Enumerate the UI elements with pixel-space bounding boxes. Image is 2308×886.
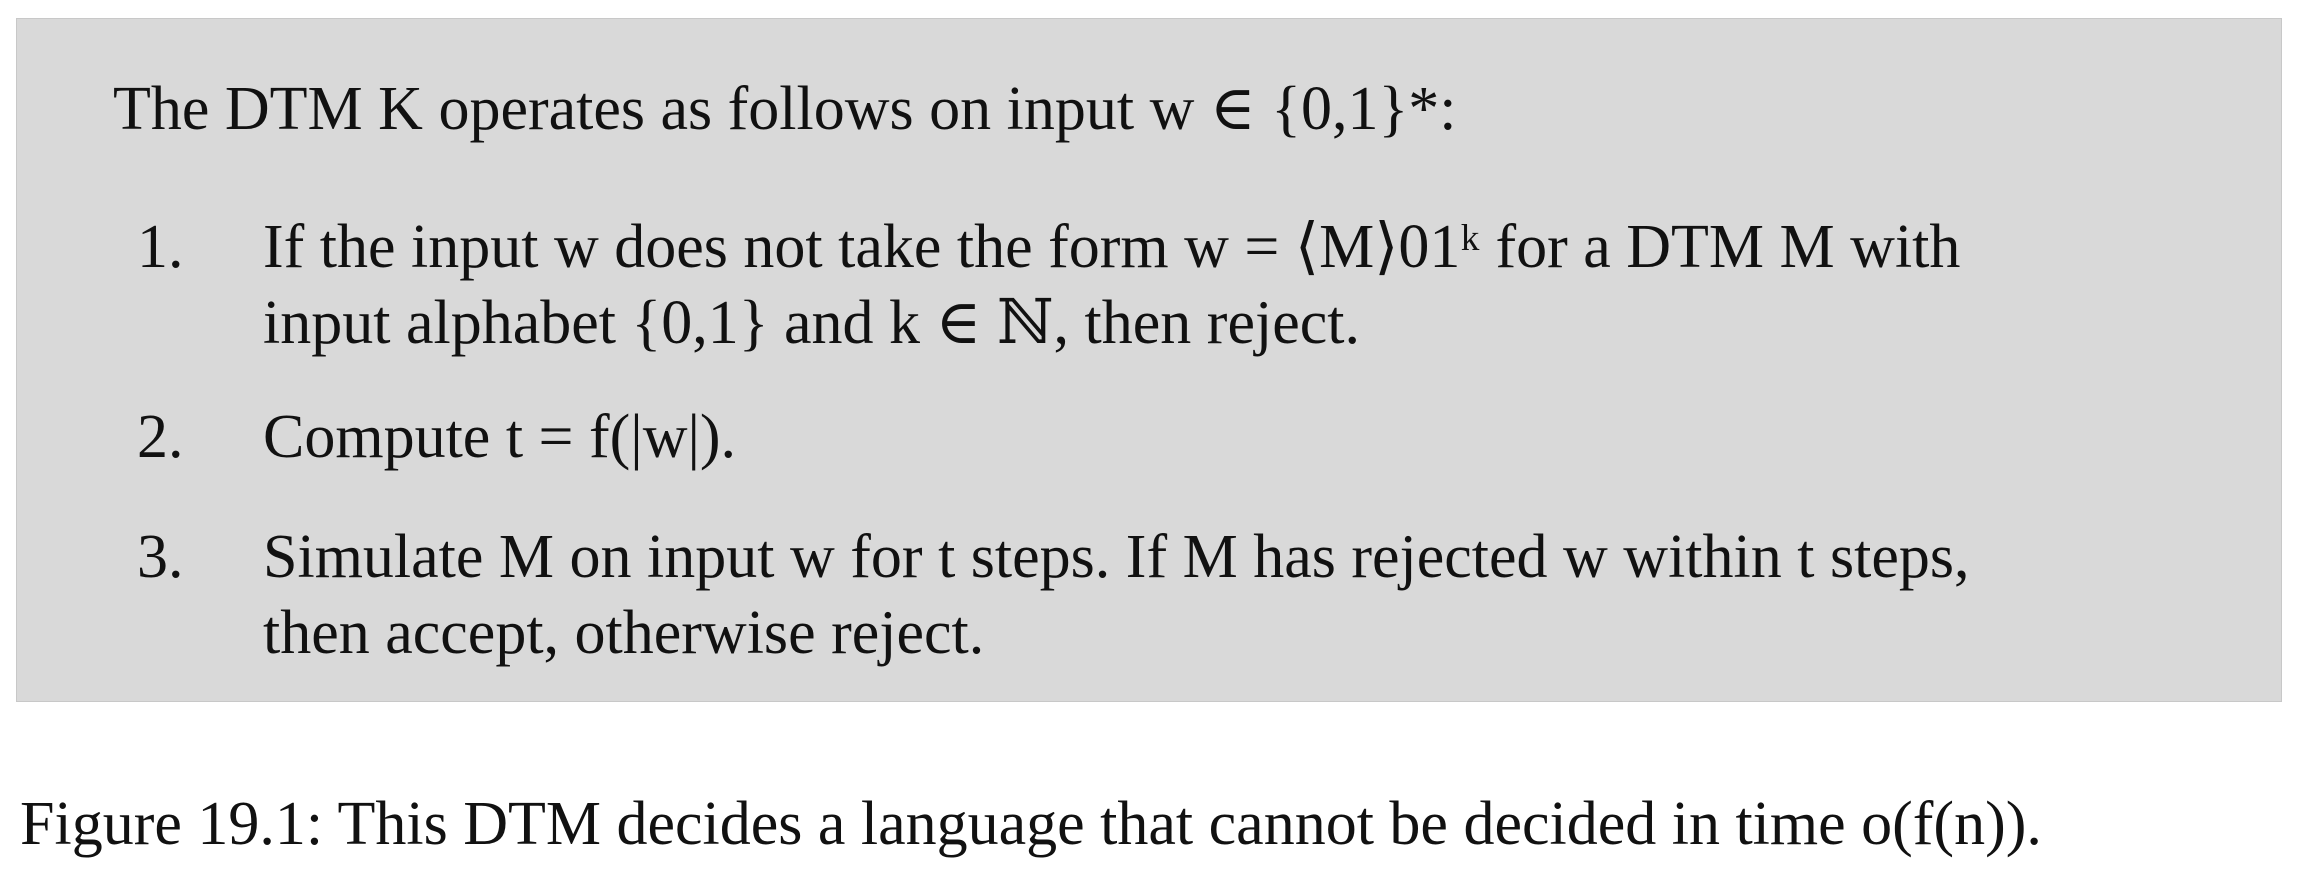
step-number: 2.	[137, 403, 184, 471]
step-text: If the input w does not take the form w …	[263, 209, 2253, 361]
algorithm-box: The DTM K operates as follows on input w…	[16, 18, 2282, 702]
step-line: Simulate M on input w for t steps. If M …	[263, 523, 1970, 591]
step-number: 1.	[137, 213, 184, 281]
algorithm-intro: The DTM K operates as follows on input w…	[113, 75, 1457, 143]
figure-page: The DTM K operates as follows on input w…	[0, 0, 2308, 886]
step-line: input alphabet {0,1} and k ∈ ℕ, then rej…	[263, 289, 1360, 357]
step-text: Simulate M on input w for t steps. If M …	[263, 519, 2253, 671]
step-text: Compute t = f(|w|).	[263, 399, 2253, 475]
step-line: If the input w does not take the form w …	[263, 213, 1961, 281]
step-line: Compute t = f(|w|).	[263, 403, 737, 471]
figure-caption: Figure 19.1: This DTM decides a language…	[20, 790, 2042, 858]
step-line: then accept, otherwise reject.	[263, 599, 985, 667]
step-number: 3.	[137, 523, 184, 591]
